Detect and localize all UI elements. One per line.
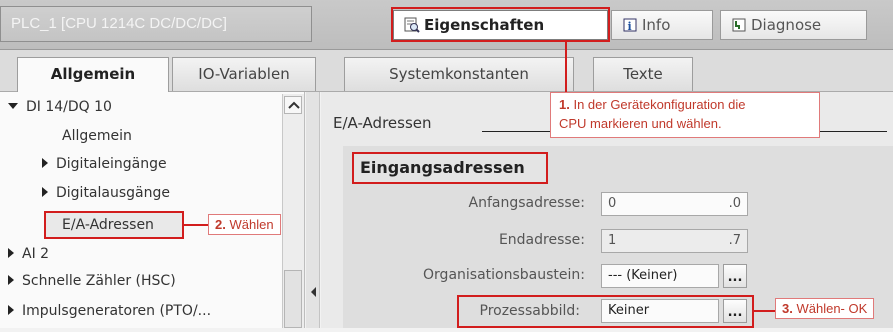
process-image-field[interactable]: Keiner [601, 299, 719, 323]
start-address-label: Anfangsadresse: [468, 195, 585, 211]
start-address-value: 0 [608, 196, 617, 211]
info-icon: i [622, 14, 638, 33]
tab-texte[interactable]: Texte [593, 57, 693, 91]
ob-browse-button[interactable]: ... [723, 264, 747, 288]
callout-3-connector [754, 310, 775, 312]
process-image-value: Keiner [608, 303, 650, 318]
callout-1-text-a: In der Gerätekonfiguration die [573, 97, 746, 112]
process-image-label: Prozessabbild: [479, 303, 581, 319]
collapse-arrow-icon [311, 287, 316, 297]
end-address-field: 1 .7 [601, 229, 748, 253]
tab-systemkonstanten[interactable]: Systemkonstanten [344, 57, 574, 91]
tab-allgemein[interactable]: Allgemein [17, 57, 169, 93]
expand-right-icon [8, 305, 14, 315]
ob-field[interactable]: --- (Keiner) [601, 264, 719, 288]
tree-item-di-dq[interactable]: DI 14/DQ 10 [8, 96, 112, 118]
navigation-tree [0, 92, 305, 328]
tab-info[interactable]: i Info [611, 10, 713, 40]
callout-2: 2. Wählen [208, 214, 281, 235]
tree-item-label: Schnelle Zähler (HSC) [22, 273, 176, 289]
callout-3-text: Wählen- OK [796, 301, 868, 316]
end-address-label: Endadresse: [498, 232, 585, 248]
callout-2-text: Wählen [229, 217, 274, 232]
callout-3-number: 3. [782, 301, 793, 316]
callout-1-connector [565, 40, 567, 92]
tree-item-ea-adressen[interactable]: E/A-Adressen [62, 214, 154, 236]
tree-item-hsc[interactable]: Schnelle Zähler (HSC) [8, 270, 176, 292]
tab-diagnose[interactable]: Diagnose [720, 10, 867, 40]
expand-right-icon [42, 187, 48, 197]
process-image-browse-button[interactable]: ... [723, 299, 747, 323]
end-address-value: 1 [608, 233, 617, 248]
expand-down-icon [8, 103, 18, 109]
pane-splitter[interactable] [306, 92, 320, 328]
callout-2-number: 2. [215, 217, 226, 232]
ob-label: Organisationsbaustein: [423, 267, 585, 283]
tree-item-label: Impulsgeneratoren (PTO/... [22, 303, 212, 319]
ob-value: --- (Keiner) [608, 268, 678, 283]
section-title: E/A-Adressen [333, 114, 432, 132]
device-title: PLC_1 [CPU 1214C DC/DC/DC] [0, 6, 312, 42]
tree-item-ai2[interactable]: AI 2 [8, 243, 49, 265]
chevron-up-icon [288, 101, 300, 109]
expand-right-icon [8, 248, 14, 258]
expand-right-icon [8, 275, 14, 285]
highlight-eigenschaften [391, 7, 610, 42]
scroll-thumb[interactable] [284, 270, 302, 328]
tree-item-label: Digitaleingänge [56, 156, 167, 172]
tree-item-digitaleingaenge[interactable]: Digitaleingänge [42, 153, 167, 175]
scroll-up-button[interactable] [284, 96, 302, 114]
expand-right-icon [42, 158, 48, 168]
tree-item-label: DI 14/DQ 10 [26, 99, 112, 115]
tree-item-label: AI 2 [22, 246, 50, 262]
callout-1: 1. In der Gerätekonfiguration die CPU ma… [550, 92, 820, 138]
callout-1-text-b: CPU markieren und wählen. [559, 116, 722, 131]
svg-text:i: i [628, 20, 632, 33]
tree-item-allgemein[interactable]: Allgemein [62, 125, 132, 147]
callout-3: 3. Wählen- OK [775, 298, 875, 319]
tree-item-label: Digitalausgänge [56, 185, 170, 201]
group-title: Eingangsadressen [352, 152, 548, 184]
callout-2-connector [184, 224, 208, 226]
tree-item-digitalausgaenge[interactable]: Digitalausgänge [42, 182, 170, 204]
diagnostics-icon [731, 14, 747, 32]
start-address-bit: .0 [728, 196, 741, 211]
callout-1-number: 1. [559, 97, 570, 112]
tab-diagnose-label: Diagnose [751, 16, 822, 34]
tab-io-variablen[interactable]: IO-Variablen [172, 57, 316, 91]
start-address-field[interactable]: 0 .0 [601, 192, 748, 216]
tab-info-label: Info [642, 16, 671, 34]
tree-item-pto[interactable]: Impulsgeneratoren (PTO/... [8, 300, 211, 322]
end-address-bit: .7 [728, 233, 741, 248]
